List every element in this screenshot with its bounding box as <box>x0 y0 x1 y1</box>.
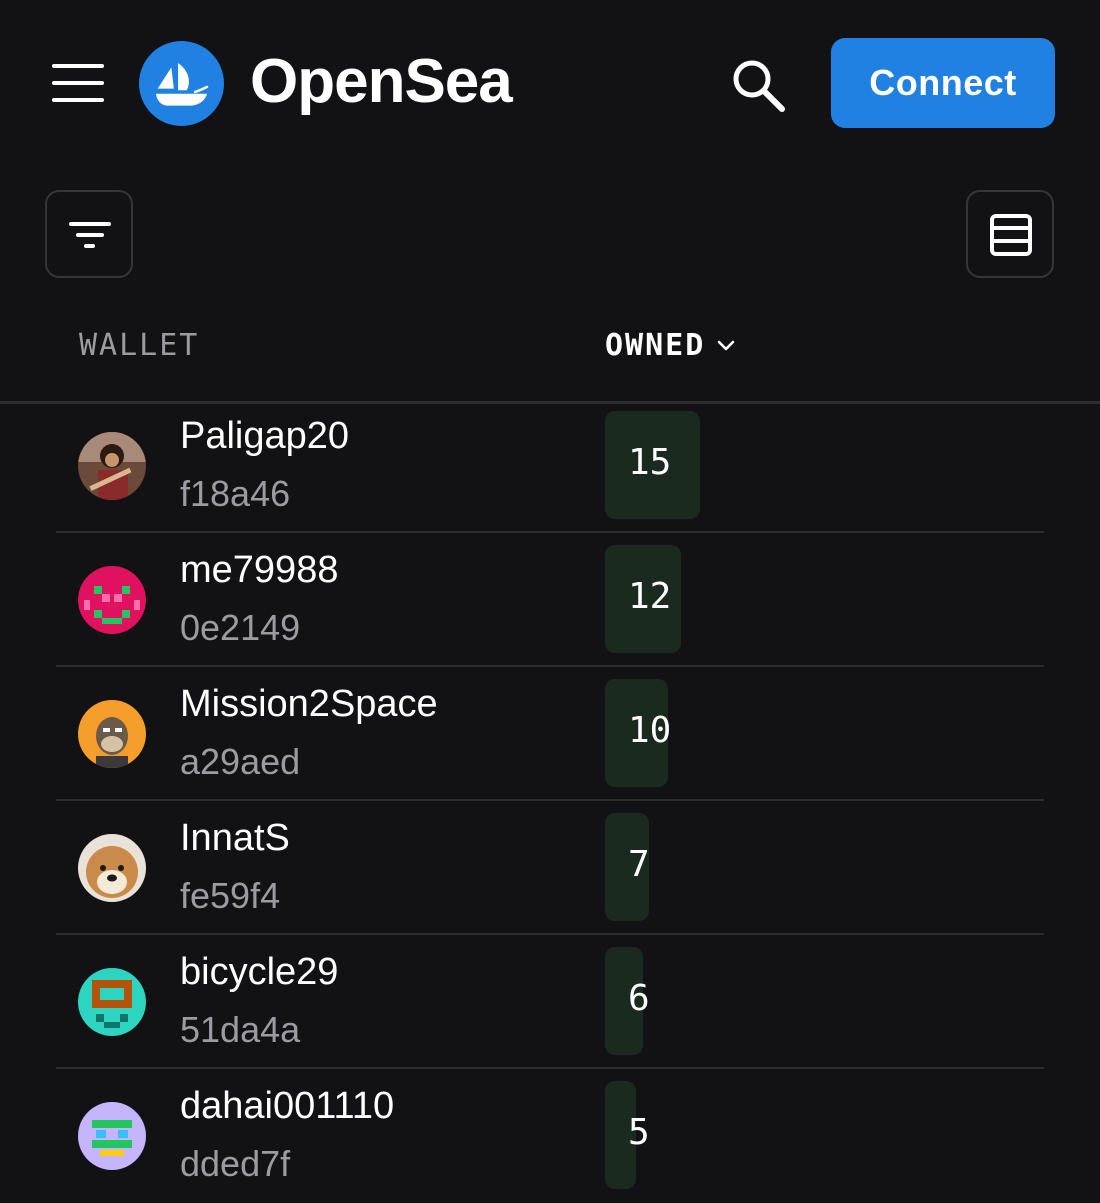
avatar[interactable] <box>78 566 146 634</box>
search-icon[interactable] <box>728 55 788 115</box>
wallet-name[interactable]: Paligap20 <box>180 413 349 459</box>
table-row[interactable]: Mission2Space a29aed 10 <box>56 667 1044 801</box>
owned-count: 10 <box>628 710 672 751</box>
avatar[interactable] <box>78 432 146 500</box>
wallet-name[interactable]: dahai001110 <box>180 1083 394 1129</box>
list-view-icon <box>990 214 1032 256</box>
wallet-address: fe59f4 <box>180 875 281 916</box>
table-row[interactable]: Paligap20 f18a46 15 <box>56 399 1044 533</box>
wallet-address: 0e2149 <box>180 607 301 648</box>
owned-count: 12 <box>628 576 672 617</box>
avatar[interactable] <box>78 1102 146 1170</box>
column-header-owned[interactable]: OWNED <box>605 326 735 366</box>
owned-count: 6 <box>628 978 650 1019</box>
owned-count: 7 <box>628 844 650 885</box>
filter-icon <box>69 222 111 248</box>
wallet-address: a29aed <box>180 741 301 782</box>
avatar[interactable] <box>78 700 146 768</box>
column-header-wallet[interactable]: WALLET <box>79 326 199 366</box>
table-row[interactable]: bicycle29 51da4a 6 <box>56 935 1044 1069</box>
wallet-name[interactable]: bicycle29 <box>180 949 338 995</box>
chevron-down-icon <box>718 340 735 351</box>
table-row[interactable]: dahai001110 dded7f 5 <box>56 1069 1044 1203</box>
brand-name[interactable]: OpenSea <box>250 42 513 122</box>
wallet-name[interactable]: Mission2Space <box>180 681 438 727</box>
avatar[interactable] <box>78 968 146 1036</box>
wallet-name[interactable]: InnatS <box>180 815 290 861</box>
wallet-address: dded7f <box>180 1143 291 1184</box>
hamburger-menu-icon[interactable] <box>50 62 106 104</box>
wallet-address: 51da4a <box>180 1009 301 1050</box>
wallet-name[interactable]: me79988 <box>180 547 338 593</box>
avatar[interactable] <box>78 834 146 902</box>
list-view-button[interactable] <box>966 190 1054 278</box>
opensea-logo-icon[interactable] <box>139 41 224 126</box>
wallet-address: f18a46 <box>180 473 291 514</box>
owned-count: 5 <box>628 1112 650 1153</box>
top-nav: OpenSea Connect <box>0 0 1100 165</box>
connect-button[interactable]: Connect <box>831 38 1055 128</box>
owned-count: 15 <box>628 442 672 483</box>
table-row[interactable]: InnatS fe59f4 7 <box>56 801 1044 935</box>
table-row[interactable]: me79988 0e2149 12 <box>56 533 1044 667</box>
column-header-owned-label: OWNED <box>605 328 706 363</box>
filter-button[interactable] <box>45 190 133 278</box>
holders-list: Paligap20 f18a46 15 me79988 0e2149 12 Mi… <box>56 399 1044 1203</box>
